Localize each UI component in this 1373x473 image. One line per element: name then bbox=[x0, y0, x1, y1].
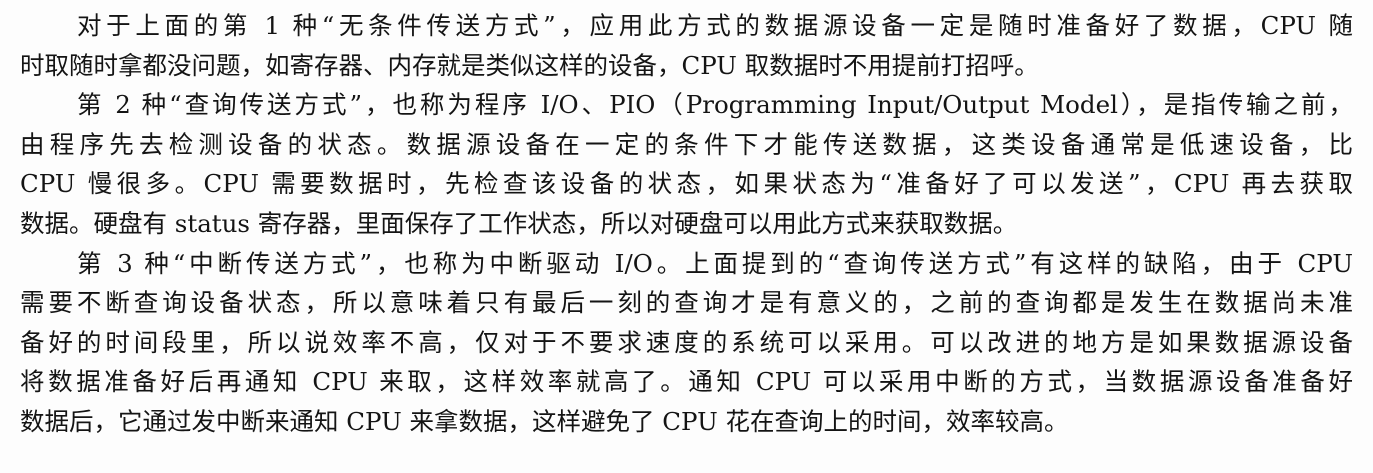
paragraph-2-line-1: 第 2 种“查询传送方式”，也称为程序 I/O、PIO（Programming … bbox=[77, 90, 1353, 120]
paragraph-2-line-2: 由程序先去检测设备的状态。数据源设备在一定的条件下才能传送数据，这类设备通常是低… bbox=[20, 129, 1353, 159]
paragraph-3-line-4: 将数据准备好后再通知 CPU 来取，这样效率就高了。通知 CPU 可以采用中断的… bbox=[20, 367, 1353, 397]
paragraph-3-line-3: 备好的时间段里，所以说效率不高，仅对于不要求速度的系统可以采用。可以改进的地方是… bbox=[20, 327, 1353, 357]
paragraph-2-line-4: 数据。硬盘有 status 寄存器，里面保存了工作状态，所以对硬盘可以用此方式来… bbox=[20, 208, 1018, 238]
document-page: 对于上面的第 1 种“无条件传送方式”，应用此方式的数据源设备一定是随时准备好了… bbox=[0, 0, 1373, 473]
paragraph-3-line-5: 数据后，它通过发中断来通知 CPU 来拿数据，这样避免了 CPU 花在查询上的时… bbox=[20, 406, 1069, 436]
paragraph-3-line-1: 第 3 种“中断传送方式”，也称为中断驱动 I/O。上面提到的“查询传送方式”有… bbox=[77, 248, 1353, 278]
paragraph-1-line-2: 时取随时拿都没问题，如寄存器、内存就是类似这样的设备，CPU 取数据时不用提前打… bbox=[20, 50, 1039, 80]
paragraph-1-line-1: 对于上面的第 1 种“无条件传送方式”，应用此方式的数据源设备一定是随时准备好了… bbox=[77, 11, 1353, 40]
paragraph-2-line-3: CPU 慢很多。CPU 需要数据时，先检查该设备的状态，如果状态为“准备好了可以… bbox=[20, 169, 1353, 199]
paragraph-3-line-2: 需要不断查询设备状态，所以意味着只有最后一刻的查询才是有意义的，之前的查询都是发… bbox=[20, 288, 1353, 318]
